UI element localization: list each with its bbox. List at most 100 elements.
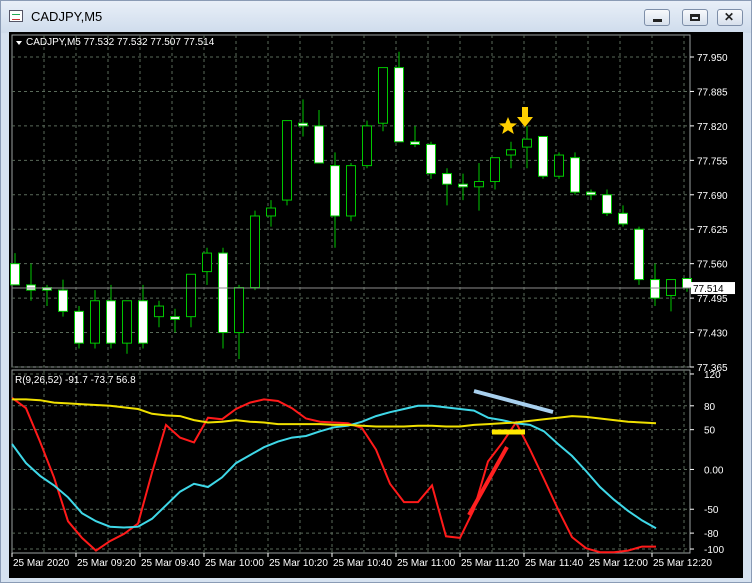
- bull-candle-body: [666, 279, 676, 296]
- close-button[interactable]: ✕: [717, 9, 743, 26]
- candle[interactable]: [250, 210, 260, 291]
- bull-candle-body: [250, 215, 260, 289]
- candle[interactable]: [314, 109, 324, 164]
- bull-candle-body: [522, 138, 532, 148]
- candle[interactable]: [90, 290, 100, 349]
- bull-candle-body: [154, 305, 164, 318]
- candle[interactable]: [282, 120, 292, 206]
- minimize-button[interactable]: [644, 9, 670, 26]
- indicator-tick-label: -50: [704, 505, 719, 516]
- candle[interactable]: [186, 273, 196, 328]
- candle[interactable]: [410, 125, 420, 148]
- candle[interactable]: [618, 205, 628, 227]
- trend-line-blue[interactable]: [473, 389, 554, 414]
- bull-candle-body: [266, 207, 276, 217]
- bear-candle-body: [74, 310, 84, 344]
- time-tick-label: 25 Mar 10:20: [269, 558, 328, 569]
- bear-candle-body: [602, 194, 612, 214]
- bull-candle-body: [282, 120, 292, 201]
- indicator-tick-label: 50: [704, 426, 716, 437]
- svg-text:77.514: 77.514: [693, 284, 724, 295]
- indicator-lines[interactable]: [11, 396, 657, 554]
- bear-candle-body: [682, 278, 692, 289]
- candles[interactable]: [10, 51, 692, 360]
- candle[interactable]: [442, 168, 452, 206]
- candle[interactable]: [602, 189, 612, 216]
- bull-candle-body: [362, 125, 372, 167]
- dropdown-triangle-icon[interactable]: [16, 41, 22, 45]
- bear-candle-body: [442, 173, 452, 185]
- indicator-panel-header: R(9,26,52) -91.7 -73.7 56.8: [15, 375, 136, 386]
- down-arrow-marker-icon[interactable]: [517, 107, 533, 127]
- star-marker-icon[interactable]: [499, 117, 517, 134]
- indicator-tick-label: 0.00: [704, 465, 724, 476]
- candle[interactable]: [538, 135, 548, 179]
- bear-candle-body: [298, 122, 308, 127]
- candle[interactable]: [506, 141, 516, 169]
- bear-candle-body: [458, 183, 468, 188]
- grid: [12, 35, 690, 553]
- maximize-icon: [690, 14, 700, 21]
- candle[interactable]: [666, 279, 676, 312]
- indicator-tick-label: -80: [704, 529, 719, 540]
- bear-candle-body: [138, 300, 148, 344]
- bull-candle-body: [122, 300, 132, 344]
- bear-candle-body: [426, 143, 436, 175]
- bull-candle-body: [234, 287, 244, 334]
- bull-candle-body: [90, 300, 100, 344]
- bear-candle-body: [586, 191, 596, 196]
- candle[interactable]: [346, 162, 356, 222]
- price-tick-label: 77.625: [697, 225, 728, 236]
- chart-canvas[interactable]: CADJPY,M5 77.532 77.532 77.507 77.514 R(…: [9, 32, 743, 578]
- bull-candle-body: [378, 67, 388, 124]
- trend-line-red[interactable]: [467, 446, 509, 516]
- price-tick-label: 77.885: [697, 87, 728, 98]
- candle[interactable]: [74, 306, 84, 349]
- candle[interactable]: [570, 152, 580, 195]
- candle[interactable]: [634, 226, 644, 285]
- bear-candle-body: [618, 212, 628, 225]
- time-tick-label: 25 Mar 10:00: [205, 558, 264, 569]
- indicator-tick-label: -100: [704, 545, 724, 556]
- minimize-icon: [653, 19, 662, 22]
- time-tick-label: 25 Mar 12:20: [653, 558, 712, 569]
- candle[interactable]: [554, 152, 564, 179]
- bull-candle-body: [554, 154, 564, 177]
- candle[interactable]: [26, 263, 36, 301]
- time-tick-label: 25 Mar 11:40: [525, 558, 584, 569]
- bear-candle-body: [570, 157, 580, 193]
- indicator-line-9[interactable]: [11, 396, 656, 554]
- candle[interactable]: [362, 120, 372, 169]
- price-tick-label: 77.560: [697, 260, 728, 271]
- candle[interactable]: [378, 67, 388, 132]
- time-tick-label: 25 Mar 10:40: [333, 558, 392, 569]
- time-axis: 25 Mar 2020 25 Mar 09:20 25 Mar 09:40 25 Ma…: [11, 553, 712, 569]
- candle[interactable]: [298, 99, 308, 137]
- candle[interactable]: [154, 300, 164, 328]
- bull-candle-body: [202, 252, 212, 273]
- price-tick-label: 77.820: [697, 122, 728, 133]
- candle[interactable]: [474, 162, 484, 211]
- bear-candle-body: [26, 284, 36, 291]
- bear-candle-body: [394, 67, 404, 143]
- price-tick-label: 77.690: [697, 191, 728, 202]
- title-bar[interactable]: CADJPY,M5 ✕: [1, 1, 751, 33]
- maximize-button[interactable]: [682, 9, 708, 26]
- time-tick-label: 25 Mar 2020: [13, 558, 70, 569]
- price-axis: 77.950 77.885 77.820 77.755 77.690 77.625 77.5…: [690, 53, 728, 374]
- candle[interactable]: [426, 141, 436, 179]
- candle[interactable]: [458, 173, 468, 201]
- bull-candle-body: [506, 149, 516, 156]
- bear-candle-body: [538, 135, 548, 177]
- time-tick-label: 25 Mar 09:40: [141, 558, 200, 569]
- candle[interactable]: [202, 247, 212, 285]
- indicator-tick-label: 120: [704, 370, 721, 381]
- chart-area[interactable]: CADJPY,M5 77.532 77.532 77.507 77.514 R(…: [9, 32, 743, 578]
- candle[interactable]: [490, 157, 500, 190]
- candle[interactable]: [218, 247, 228, 349]
- bear-candle-body: [106, 300, 116, 344]
- bear-candle-body: [314, 125, 324, 164]
- candle[interactable]: [58, 279, 68, 317]
- bull-candle-body: [186, 273, 196, 318]
- candle[interactable]: [122, 300, 132, 354]
